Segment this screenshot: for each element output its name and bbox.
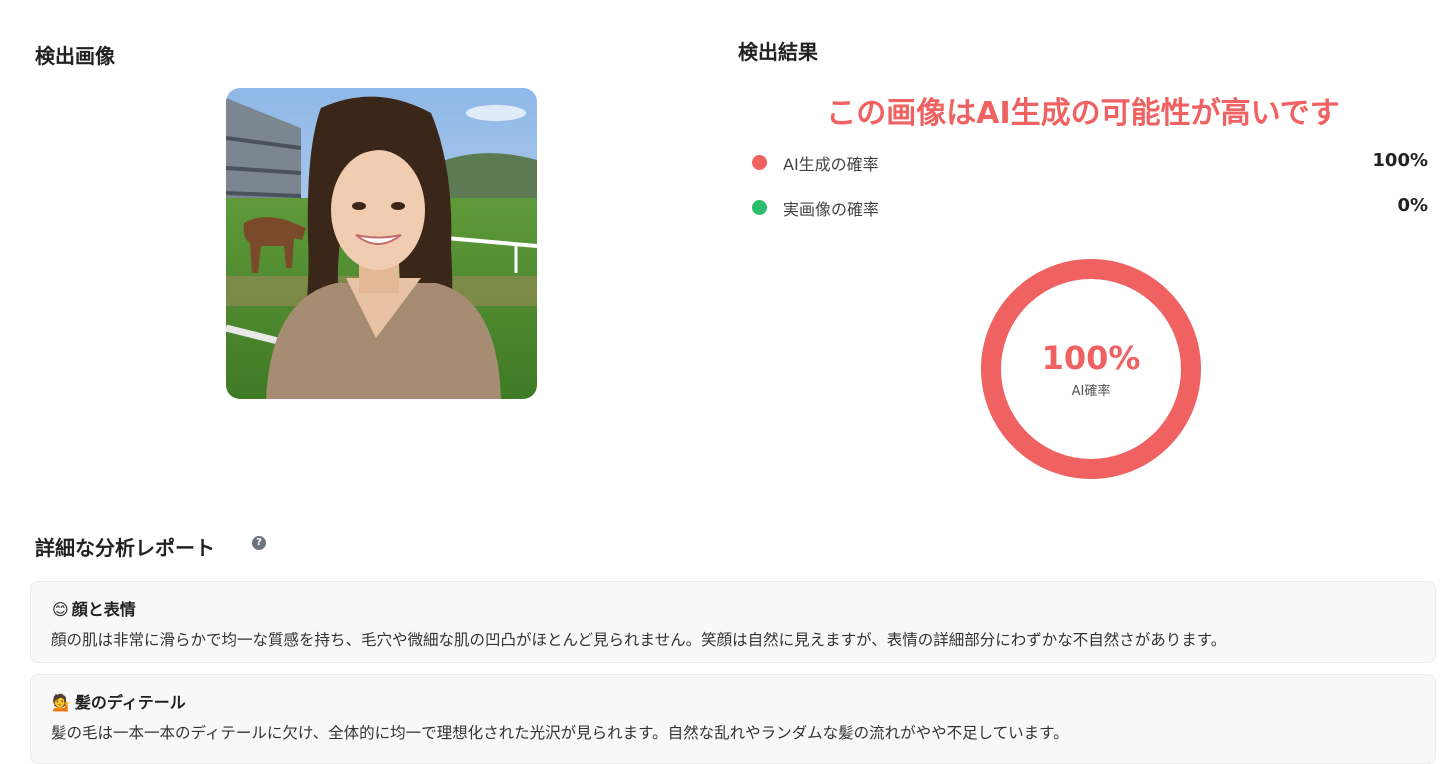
detected-image-title: 検出画像 (35, 44, 115, 68)
analysis-report-title: 詳細な分析レポート (35, 536, 215, 560)
report-card-face: 😊 顔と表情 顔の肌は非常に滑らかで均一な質感を持ち、毛穴や微細な肌の凹凸がほとん… (30, 581, 1436, 663)
detection-result-title: 検出結果 (738, 40, 818, 64)
report-card-title: 髪のディテール (74, 693, 186, 712)
verdict-text: この画像はAI生成の可能性が高いです (826, 96, 1340, 131)
ai-probability-row: AI生成の確率 100% (752, 150, 1428, 174)
real-probability-row: 実画像の確率 0% (752, 195, 1428, 219)
report-card-title: 顔と表情 (71, 600, 136, 619)
ai-probability-value: 100% (1372, 150, 1428, 171)
gauge-caption: AI確率 (1071, 384, 1111, 399)
ai-status-dot (752, 155, 767, 170)
real-status-dot (752, 200, 767, 215)
real-probability-label: 実画像の確率 (783, 200, 880, 219)
smiling-face-icon: 😊 (52, 600, 69, 619)
gauge-percent: 100% (1041, 339, 1141, 377)
real-probability-value: 0% (1397, 195, 1428, 216)
ai-probability-label: AI生成の確率 (783, 155, 879, 174)
detected-photo (226, 88, 537, 399)
question-circle-icon[interactable]: ? (252, 536, 266, 550)
haircut-icon: 💁 (52, 693, 72, 712)
report-card-text: 顔の肌は非常に滑らかで均一な質感を持ち、毛穴や微細な肌の凹凸がほとんど見られませ… (51, 631, 1227, 649)
report-card-hair: 💁 髪のディテール 髪の毛は一本一本のディテールに欠け、全体的に均一で理想化された… (30, 674, 1436, 764)
report-card-text: 髪の毛は一本一本のディテールに欠け、全体的に均一で理想化された光沢が見られます。… (51, 724, 1069, 742)
gauge-label: 100% AI確率 (980, 338, 1202, 399)
